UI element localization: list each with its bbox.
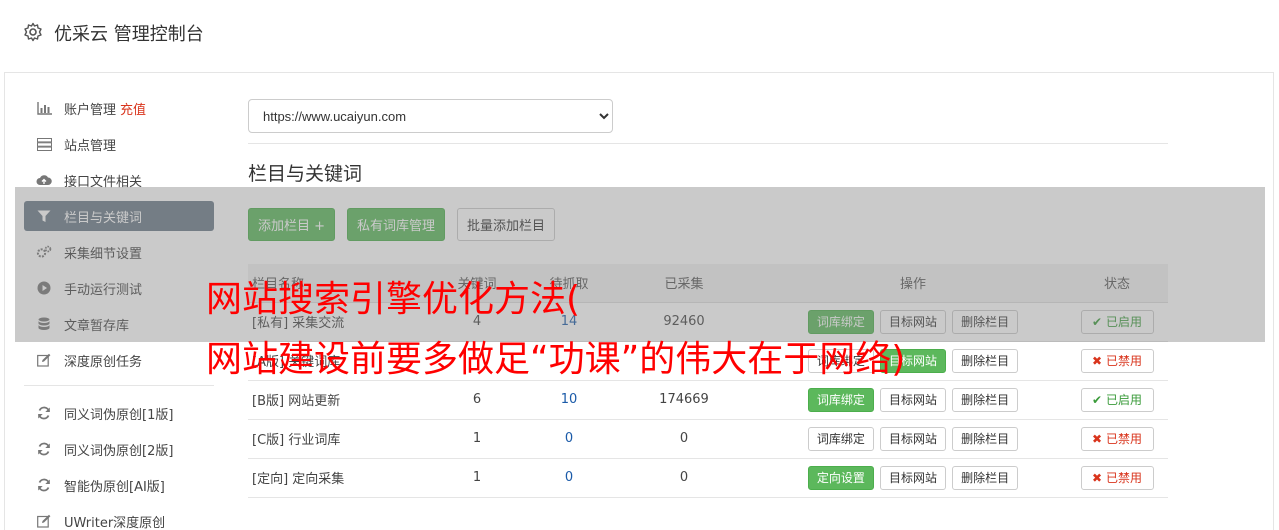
sidebar-item-label: 智能伪原创[AI版] [64, 479, 165, 495]
sidebar-item-synonym-v2[interactable]: 同义词伪原创[2版] [24, 434, 214, 464]
site-select[interactable]: https://www.ucaiyun.com [248, 99, 613, 133]
row-actions: 词库绑定 目标网站 删除栏目 [760, 419, 1066, 459]
status-cell: ✖ 已禁用 [1066, 341, 1168, 381]
delete-column-button[interactable]: 删除栏目 [952, 348, 1019, 373]
row-actions: 定向设置 目标网站 删除栏目 [760, 458, 1066, 498]
delete-column-button[interactable]: 删除栏目 [952, 465, 1019, 490]
collected-count: 174669 [608, 380, 760, 420]
edit-icon [36, 513, 52, 529]
table-row: [C版] 行业词库 1 0 0 词库绑定 目标网站 删除栏目 ✖ 已禁用 [248, 419, 1168, 459]
column-name[interactable]: [B版] 网站更新 [248, 380, 424, 420]
section-title: 栏目与关键词 [248, 163, 363, 185]
keyword-count: 1 [424, 419, 530, 459]
sidebar-item-label: 同义词伪原创[2版] [64, 443, 174, 459]
sidebar-item-uwriter[interactable]: UWriter深度原创 [24, 506, 214, 530]
column-tag: [B版] [252, 394, 285, 409]
delete-column-button[interactable]: 删除栏目 [952, 426, 1019, 451]
sidebar-item-synonym-v1[interactable]: 同义词伪原创[1版] [24, 398, 214, 428]
column-name[interactable]: [定向] 定向采集 [248, 458, 424, 498]
status-toggle[interactable]: ✖ 已禁用 [1080, 426, 1154, 451]
target-site-button[interactable]: 目标网站 [879, 465, 946, 490]
check-icon: ✔ [1092, 392, 1103, 407]
bind-lexicon-button[interactable]: 词库绑定 [807, 426, 874, 451]
status-cell: ✖ 已禁用 [1066, 419, 1168, 459]
server-icon [36, 136, 52, 152]
column-name[interactable]: [C版] 行业词库 [248, 419, 424, 459]
status-cell: ✔ 已启用 [1066, 380, 1168, 420]
pending-count[interactable]: 0 [530, 458, 608, 498]
watermark-text-line1: 网站搜索引擎优化方法( [206, 279, 581, 320]
recharge-link[interactable]: 充值 [120, 99, 146, 118]
row-actions: 词库绑定 目标网站 删除栏目 [760, 380, 1066, 420]
status-text: 已禁用 [1105, 432, 1142, 446]
close-icon: ✖ [1092, 470, 1103, 485]
watermark-overlay [15, 187, 1265, 342]
sidebar-divider [24, 385, 214, 386]
gear-icon[interactable] [23, 22, 43, 42]
collected-count: 0 [608, 458, 760, 498]
status-text: 已禁用 [1105, 354, 1142, 368]
column-title: 定向采集 [292, 472, 345, 487]
table-row: [B版] 网站更新 6 10 174669 词库绑定 目标网站 删除栏目 ✔ 已… [248, 380, 1168, 420]
watermark-text-line2: 网站建设前要多做足“功课”的伟大在于网络) [206, 339, 906, 380]
divider [248, 143, 1168, 144]
refresh-icon [36, 441, 52, 457]
sidebar-item-label: 同义词伪原创[1版] [64, 407, 174, 423]
keyword-count: 6 [424, 380, 530, 420]
target-site-button[interactable]: 目标网站 [879, 426, 946, 451]
pending-count[interactable]: 10 [530, 380, 608, 420]
refresh-icon [36, 477, 52, 493]
sidebar-item-label: 站点管理 [64, 138, 117, 154]
cloud-upload-icon [36, 172, 52, 188]
delete-column-button[interactable]: 删除栏目 [952, 387, 1019, 412]
close-icon: ✖ [1092, 431, 1103, 446]
status-toggle[interactable]: ✖ 已禁用 [1080, 465, 1154, 490]
bar-chart-icon [36, 100, 52, 116]
sidebar-item-label: 深度原创任务 [64, 354, 143, 370]
refresh-icon [36, 405, 52, 421]
top-header: 优采云 管理控制台 [4, 0, 1274, 73]
main-content: https://www.ucaiyun.com 栏目与关键词 添加栏目 + 私有… [248, 99, 1168, 498]
pending-count[interactable]: 0 [530, 419, 608, 459]
sidebar-item-deep-original[interactable]: 深度原创任务 [24, 345, 214, 375]
sidebar-item-label: UWriter深度原创 [64, 515, 166, 530]
app-title: 优采云 管理控制台 [54, 24, 204, 45]
column-title: 网站更新 [288, 394, 341, 409]
column-title: 行业词库 [288, 433, 341, 448]
sidebar-item-label: 账户管理 [64, 102, 117, 118]
column-tag: [C版] [252, 433, 285, 448]
collected-count: 0 [608, 419, 760, 459]
column-tag: [定向] [252, 472, 289, 487]
target-site-button[interactable]: 目标网站 [879, 387, 946, 412]
status-toggle[interactable]: ✔ 已启用 [1080, 387, 1154, 412]
sidebar-item-ai-rewrite[interactable]: 智能伪原创[AI版] [24, 470, 214, 500]
status-text: 已禁用 [1105, 471, 1142, 485]
status-toggle[interactable]: ✖ 已禁用 [1080, 348, 1154, 373]
close-icon: ✖ [1092, 353, 1103, 368]
sidebar-item-account[interactable]: 账户管理 充值 [24, 93, 214, 123]
sidebar-item-sites[interactable]: 站点管理 [24, 129, 214, 159]
edit-icon [36, 352, 52, 368]
status-text: 已启用 [1105, 393, 1142, 407]
status-cell: ✖ 已禁用 [1066, 458, 1168, 498]
bind-lexicon-button[interactable]: 词库绑定 [807, 387, 874, 412]
keyword-count: 1 [424, 458, 530, 498]
directed-settings-button[interactable]: 定向设置 [807, 465, 874, 490]
table-row: [定向] 定向采集 1 0 0 定向设置 目标网站 删除栏目 ✖ 已禁用 [248, 458, 1168, 498]
